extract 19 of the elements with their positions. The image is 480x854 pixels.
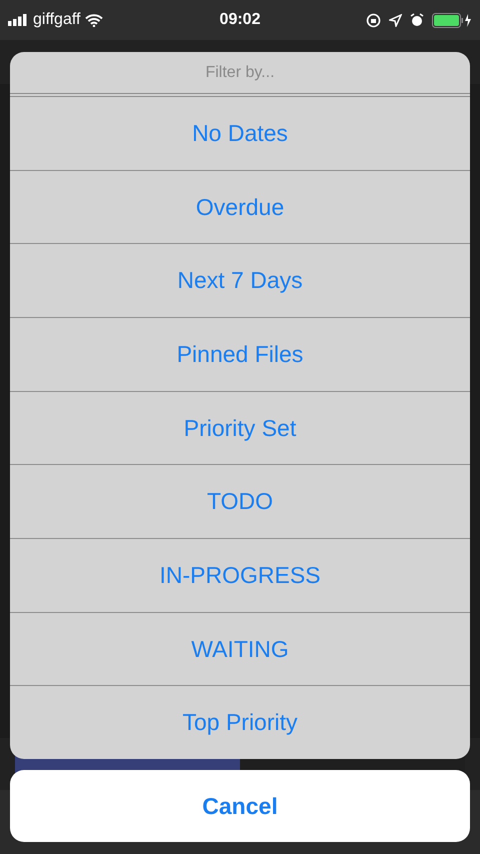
rotation-lock-icon xyxy=(366,12,382,28)
filter-option[interactable]: Top Priority xyxy=(10,685,470,759)
location-arrow-icon xyxy=(389,14,402,26)
alarm-clock-icon xyxy=(410,13,424,27)
filter-option[interactable]: Priority Set xyxy=(10,390,470,464)
wifi-icon xyxy=(85,14,104,26)
carrier-name: giffgaff xyxy=(33,11,80,29)
battery-charging-icon xyxy=(432,12,472,28)
sheet-title: Filter by... xyxy=(10,52,470,97)
filter-option[interactable]: Next 7 Days xyxy=(10,243,470,318)
filter-option[interactable]: Pinned Files xyxy=(10,317,470,391)
filter-option[interactable]: No Dates xyxy=(10,97,470,170)
filter-option[interactable]: IN-PROGRESS xyxy=(10,538,470,612)
filter-option[interactable]: TODO xyxy=(10,464,470,538)
cancel-button[interactable]: Cancel xyxy=(10,770,470,842)
clock-time: 09:02 xyxy=(220,11,260,29)
filter-option[interactable]: Overdue xyxy=(10,170,470,244)
signal-icon xyxy=(8,14,28,26)
filter-option[interactable]: WAITING xyxy=(10,612,470,686)
